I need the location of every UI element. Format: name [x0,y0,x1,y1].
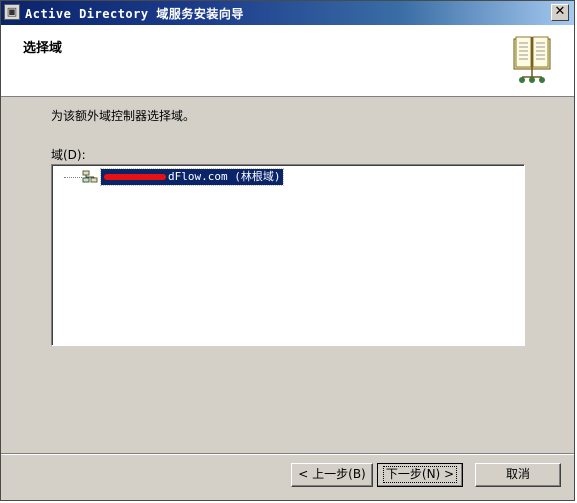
back-button[interactable]: < 上一步(B) [291,463,373,487]
cancel-button[interactable]: 取消 [475,463,561,487]
back-button-label: < 上一步(B) [298,467,366,481]
redaction-mark [104,174,166,180]
title-bar[interactable]: ▣ Active Directory 域服务安装向导 ✕ [1,1,574,25]
cancel-button-label: 取消 [505,467,530,481]
instruction-text: 为该额外域控制器选择域。 [51,109,196,123]
page-title: 选择域 [23,41,63,56]
tree-connector [64,177,82,178]
next-button-label: 下一步(N) > [382,466,458,483]
domain-tree[interactable]: dFlow.com (林根域) [51,164,525,346]
domain-label: 域(D): [51,148,86,162]
wizard-window: ▣ Active Directory 域服务安装向导 ✕ 选择域 为该额外域控制… [0,0,575,501]
wizard-header: 选择域 [1,25,574,97]
server-icon: ▣ [4,4,20,20]
close-button[interactable]: ✕ [551,4,569,21]
book-icon [513,36,551,83]
next-button[interactable]: 下一步(N) > [377,463,463,487]
footer-separator [1,453,574,455]
domain-tree-icon [82,170,98,183]
window-title: Active Directory 域服务安装向导 [25,7,244,21]
domain-name-text: dFlow.com (林根域) [168,170,281,183]
close-icon: ✕ [554,4,566,19]
selected-domain[interactable]: dFlow.com (林根域) [99,168,285,186]
